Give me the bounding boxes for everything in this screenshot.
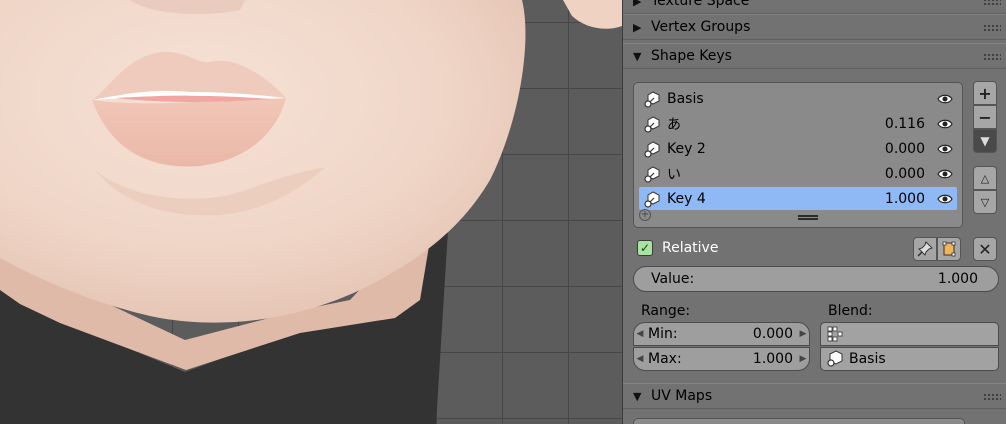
- shape-key-lock-button[interactable]: [913, 237, 937, 261]
- min-value: 0.000: [752, 326, 793, 342]
- collapsed-triangle-icon: ▶: [633, 0, 642, 8]
- panel-header-shape-keys[interactable]: ▼ Shape Keys: [623, 43, 1006, 69]
- pin-icon: [917, 241, 933, 257]
- min-label: Min:: [648, 326, 678, 342]
- add-shape-key-button[interactable]: +: [973, 81, 997, 105]
- triangle-up-icon: △: [980, 171, 990, 185]
- value-slider[interactable]: Value: 1.000: [633, 266, 999, 292]
- shape-key-name[interactable]: Basis: [667, 91, 845, 107]
- shape-key-row[interactable]: あ 0.116: [639, 112, 957, 135]
- character-model: [0, 0, 622, 424]
- shape-key-name[interactable]: Key 4: [667, 191, 845, 207]
- collapsed-triangle-icon: ▶: [633, 20, 642, 34]
- panel-title: Texture Space: [651, 0, 750, 9]
- shape-key-icon: [643, 140, 660, 158]
- shape-key-row[interactable]: Basis: [639, 87, 957, 110]
- vertex-group-field[interactable]: [820, 322, 999, 346]
- eye-icon[interactable]: [937, 118, 953, 130]
- panel-header-uv-maps[interactable]: ▼ UV Maps: [623, 383, 1006, 409]
- shape-key-icon: [643, 190, 660, 208]
- properties-panel: ▶ Texture Space ▶ Vertex Groups ▼ Shape …: [622, 0, 1006, 424]
- shape-key-icon: [643, 165, 660, 183]
- range-label: Range:: [641, 303, 691, 319]
- range-min-field[interactable]: ◀ Min: 0.000 ▶: [633, 322, 810, 346]
- increment-arrow-icon[interactable]: ▶: [797, 329, 809, 339]
- eye-icon[interactable]: [937, 143, 953, 155]
- check-icon: ✓: [639, 241, 651, 255]
- value-number: 1.000: [937, 271, 978, 287]
- max-label: Max:: [648, 351, 682, 367]
- drag-grip-icon[interactable]: [983, 393, 1001, 401]
- shape-key-name[interactable]: あ: [667, 114, 845, 134]
- shape-key-value[interactable]: 0.000: [845, 141, 925, 157]
- move-key-up-button[interactable]: △: [973, 166, 997, 190]
- list-resize-handle[interactable]: [798, 215, 818, 220]
- relative-label: Relative: [662, 240, 719, 256]
- triangle-down-icon: ▽: [980, 195, 990, 209]
- shape-key-icon: [827, 350, 843, 367]
- eye-icon[interactable]: [937, 168, 953, 180]
- list-filter-icon[interactable]: +: [639, 209, 651, 221]
- shape-key-name[interactable]: Key 2: [667, 141, 845, 157]
- uv-map-list[interactable]: [633, 418, 965, 424]
- plus-icon: +: [978, 83, 992, 103]
- relative-key-name: Basis: [849, 351, 886, 367]
- vertex-group-icon: [827, 326, 843, 342]
- shape-key-row[interactable]: い 0.000: [639, 162, 957, 185]
- shape-key-icon: [643, 115, 660, 133]
- drag-grip-icon[interactable]: [983, 0, 1001, 6]
- shape-key-row[interactable]: Key 2 0.000: [639, 137, 957, 160]
- drag-grip-icon[interactable]: [983, 53, 1001, 61]
- relative-key-field[interactable]: Basis: [820, 347, 999, 371]
- decrement-arrow-icon[interactable]: ◀: [634, 329, 646, 339]
- ear: [563, 0, 622, 29]
- close-icon: ✕: [978, 239, 992, 259]
- shape-key-value[interactable]: 0.000: [845, 166, 925, 182]
- blend-label: Blend:: [828, 303, 873, 319]
- relative-checkbox[interactable]: ✓: [637, 240, 653, 256]
- shape-key-edit-mode-button[interactable]: [937, 237, 961, 261]
- panel-header-texture-space[interactable]: ▶ Texture Space: [623, 0, 1006, 14]
- expanded-triangle-icon: ▼: [633, 389, 642, 403]
- shape-key-value[interactable]: 0.116: [845, 116, 925, 132]
- minus-icon: −: [978, 107, 992, 127]
- drag-grip-icon[interactable]: [983, 24, 1001, 32]
- chevron-down-icon: ▼: [980, 134, 990, 148]
- shape-key-specials-button[interactable]: ▼: [973, 129, 997, 153]
- shape-key-name[interactable]: い: [667, 164, 845, 184]
- shape-key-list[interactable]: Basis あ 0.116 Key 2 0.000 い 0.000 Key 4 1.000 +: [633, 82, 963, 228]
- shape-key-icon: [643, 90, 660, 108]
- panel-header-vertex-groups[interactable]: ▶ Vertex Groups: [623, 14, 1006, 40]
- panel-title: UV Maps: [651, 388, 713, 404]
- shape-key-row[interactable]: Key 4 1.000: [639, 187, 957, 210]
- expanded-triangle-icon: ▼: [633, 49, 642, 63]
- value-label: Value:: [651, 271, 695, 287]
- max-value: 1.000: [752, 351, 793, 367]
- eye-icon[interactable]: [937, 193, 953, 205]
- face: [0, 0, 526, 323]
- 3d-viewport[interactable]: [0, 0, 622, 424]
- increment-arrow-icon[interactable]: ▶: [797, 354, 809, 364]
- edit-mode-icon: [942, 241, 956, 257]
- eye-icon[interactable]: [937, 93, 953, 105]
- panel-title: Shape Keys: [651, 48, 732, 64]
- clear-shape-keys-button[interactable]: ✕: [973, 237, 997, 261]
- move-key-down-button[interactable]: ▽: [973, 190, 997, 214]
- range-max-field[interactable]: ◀ Max: 1.000 ▶: [633, 347, 810, 371]
- decrement-arrow-icon[interactable]: ◀: [634, 354, 646, 364]
- panel-title: Vertex Groups: [651, 19, 751, 35]
- remove-shape-key-button[interactable]: −: [973, 105, 997, 129]
- shape-key-value[interactable]: 1.000: [845, 191, 925, 207]
